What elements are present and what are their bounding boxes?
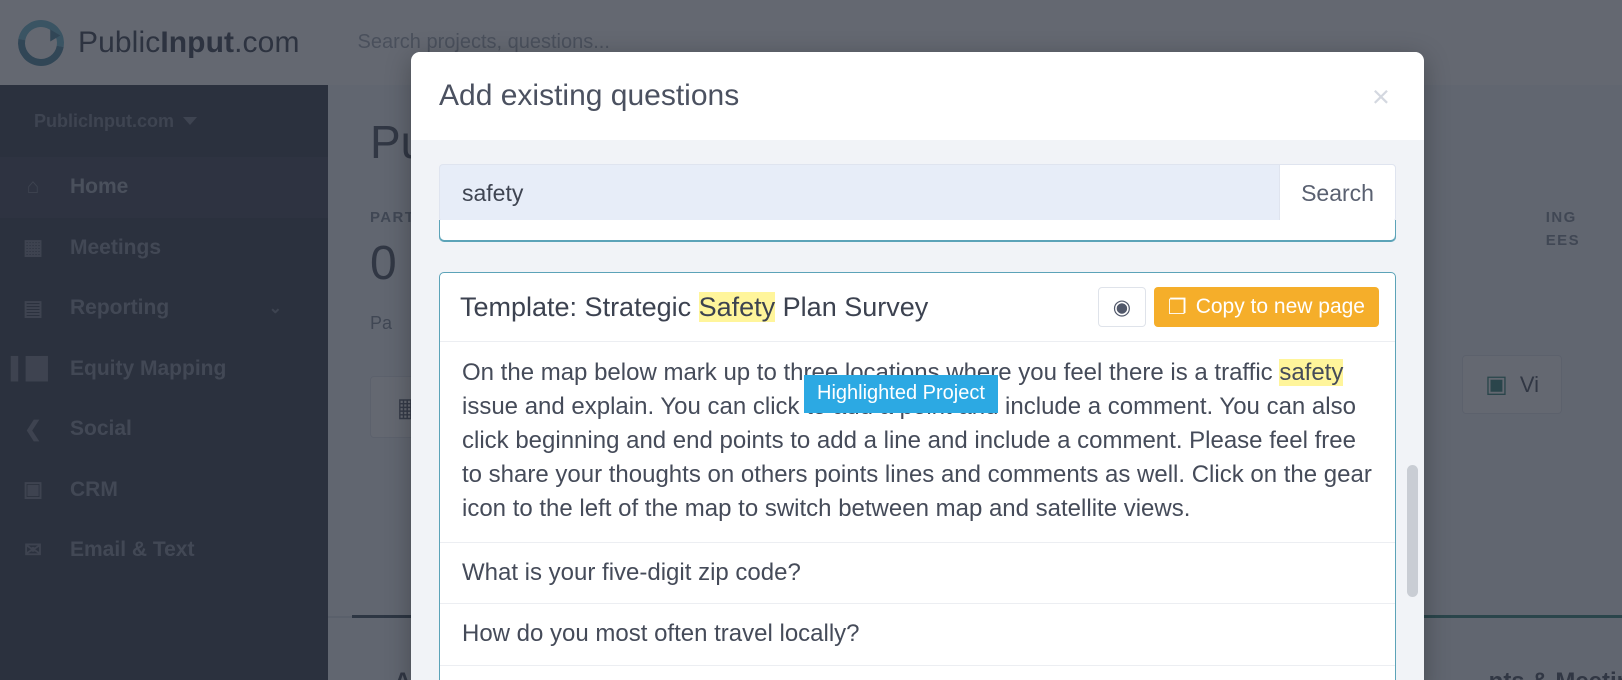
modal-scrollbar-track[interactable] <box>1407 240 1418 680</box>
preview-button[interactable]: ◉ <box>1097 287 1146 327</box>
result-card-actions: ◉ ❐ Copy to new page <box>1097 287 1379 327</box>
title-before: Template: Strategic <box>460 291 699 322</box>
eye-icon: ◉ <box>1112 295 1132 319</box>
title-after: Plan Survey <box>775 291 929 322</box>
question-row[interactable]: How do you most often travel locally? <box>440 603 1395 664</box>
result-card-title: Template: Strategic Safety Plan Survey <box>460 291 929 323</box>
result-card-header: Template: Strategic Safety Plan Survey ◉… <box>440 273 1395 341</box>
previous-result-card-edge <box>439 220 1396 242</box>
question-text-highlight: safety <box>1279 359 1344 386</box>
question-search-input[interactable] <box>439 164 1279 222</box>
copy-to-new-page-button[interactable]: ❐ Copy to new page <box>1153 287 1379 327</box>
question-text: What is your five-digit zip code? <box>462 559 801 587</box>
search-results: Template: Strategic Safety Plan Survey ◉… <box>439 220 1396 680</box>
close-icon[interactable]: × <box>1364 81 1398 112</box>
copy-to-new-page-label: Copy to new page <box>1195 295 1365 318</box>
copy-icon: ❐ <box>1167 295 1187 319</box>
modal-header: Add existing questions × <box>411 52 1424 140</box>
title-highlight: Safety <box>698 291 776 322</box>
result-card: Template: Strategic Safety Plan Survey ◉… <box>439 272 1396 680</box>
question-row[interactable]: If additional funding were available whi… <box>440 664 1395 680</box>
question-row[interactable]: On the map below mark up to three locati… <box>440 341 1395 542</box>
modal-title: Add existing questions <box>439 79 740 112</box>
search-row: Search <box>439 164 1396 222</box>
search-button[interactable]: Search <box>1279 164 1396 222</box>
question-text: How do you most often travel locally? <box>462 620 860 648</box>
app-root: PublicInput.com Search projects, questio… <box>0 0 1622 680</box>
question-row[interactable]: What is your five-digit zip code? <box>440 542 1395 603</box>
highlighted-project-tooltip: Highlighted Project <box>804 375 998 413</box>
modal-scrollbar-thumb[interactable] <box>1407 465 1418 597</box>
add-existing-questions-modal: Add existing questions × Search Template… <box>411 52 1424 680</box>
